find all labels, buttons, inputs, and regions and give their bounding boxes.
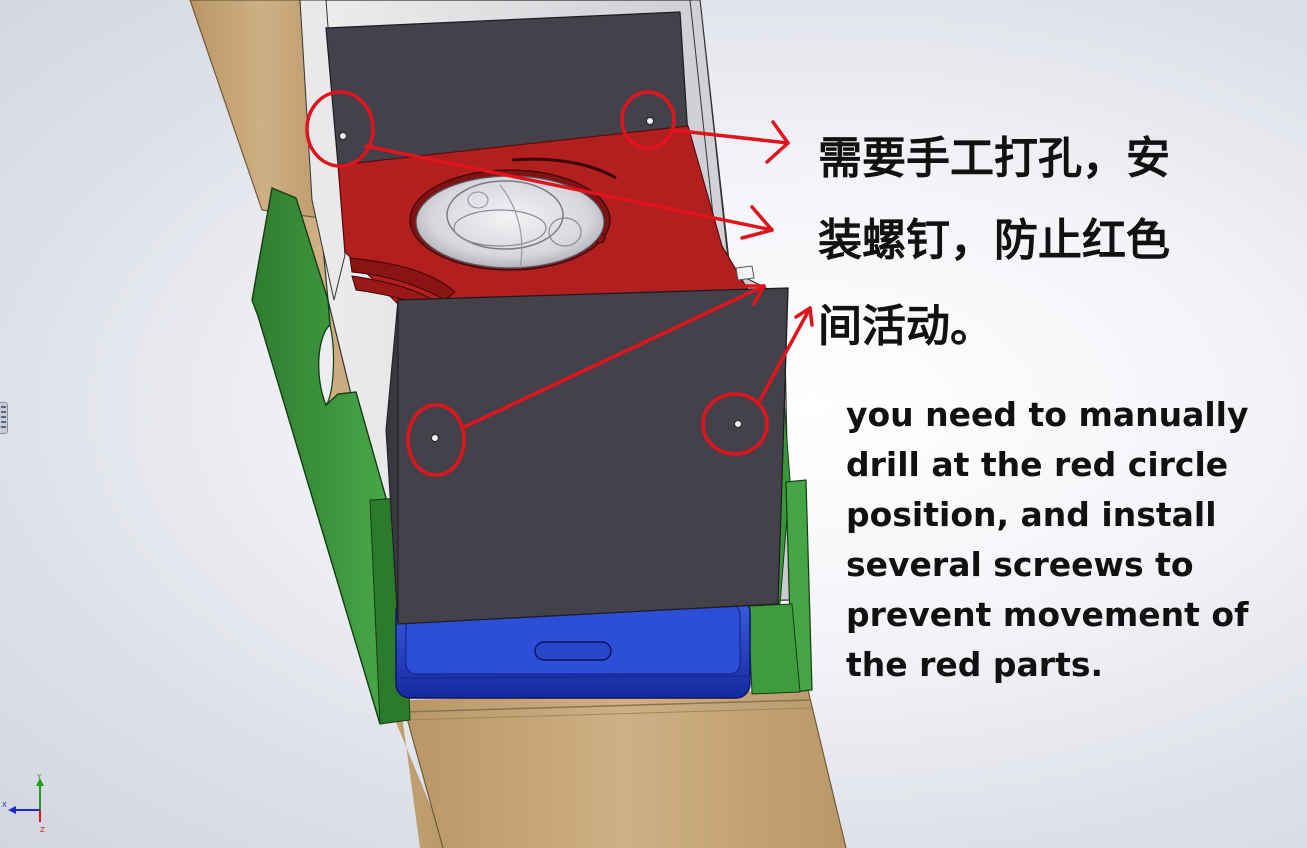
- annotation-en-line-3: position, and install: [846, 495, 1217, 534]
- front-dark-panel: [389, 287, 789, 625]
- triad-z-label: Z: [40, 826, 45, 834]
- annotation-en-line-1: you need to manually: [846, 395, 1249, 434]
- annotation-en-line-6: the red parts.: [846, 645, 1104, 684]
- annotation-zh-line-3: 间活动。: [818, 301, 994, 352]
- annotation-zh-line-2: 装螺钉，防止红色: [818, 215, 1170, 266]
- triad-x-label: X: [2, 801, 7, 809]
- panel-expander-icon[interactable]: [0, 402, 8, 434]
- cad-viewport[interactable]: 需要手工打孔，安 装螺钉，防止红色 间活动。 you need to manua…: [0, 0, 1307, 848]
- reference-triad-icon: Y X Z: [2, 773, 45, 834]
- annotation-en-line-4: several screews to: [846, 545, 1194, 584]
- annotation-en-line-5: prevent movement of: [846, 595, 1249, 634]
- annotation-en-line-2: drill at the red circle: [846, 445, 1229, 484]
- triad-y-label: Y: [36, 773, 42, 781]
- annotation-zh-line-1: 需要手工打孔，安: [818, 133, 1170, 184]
